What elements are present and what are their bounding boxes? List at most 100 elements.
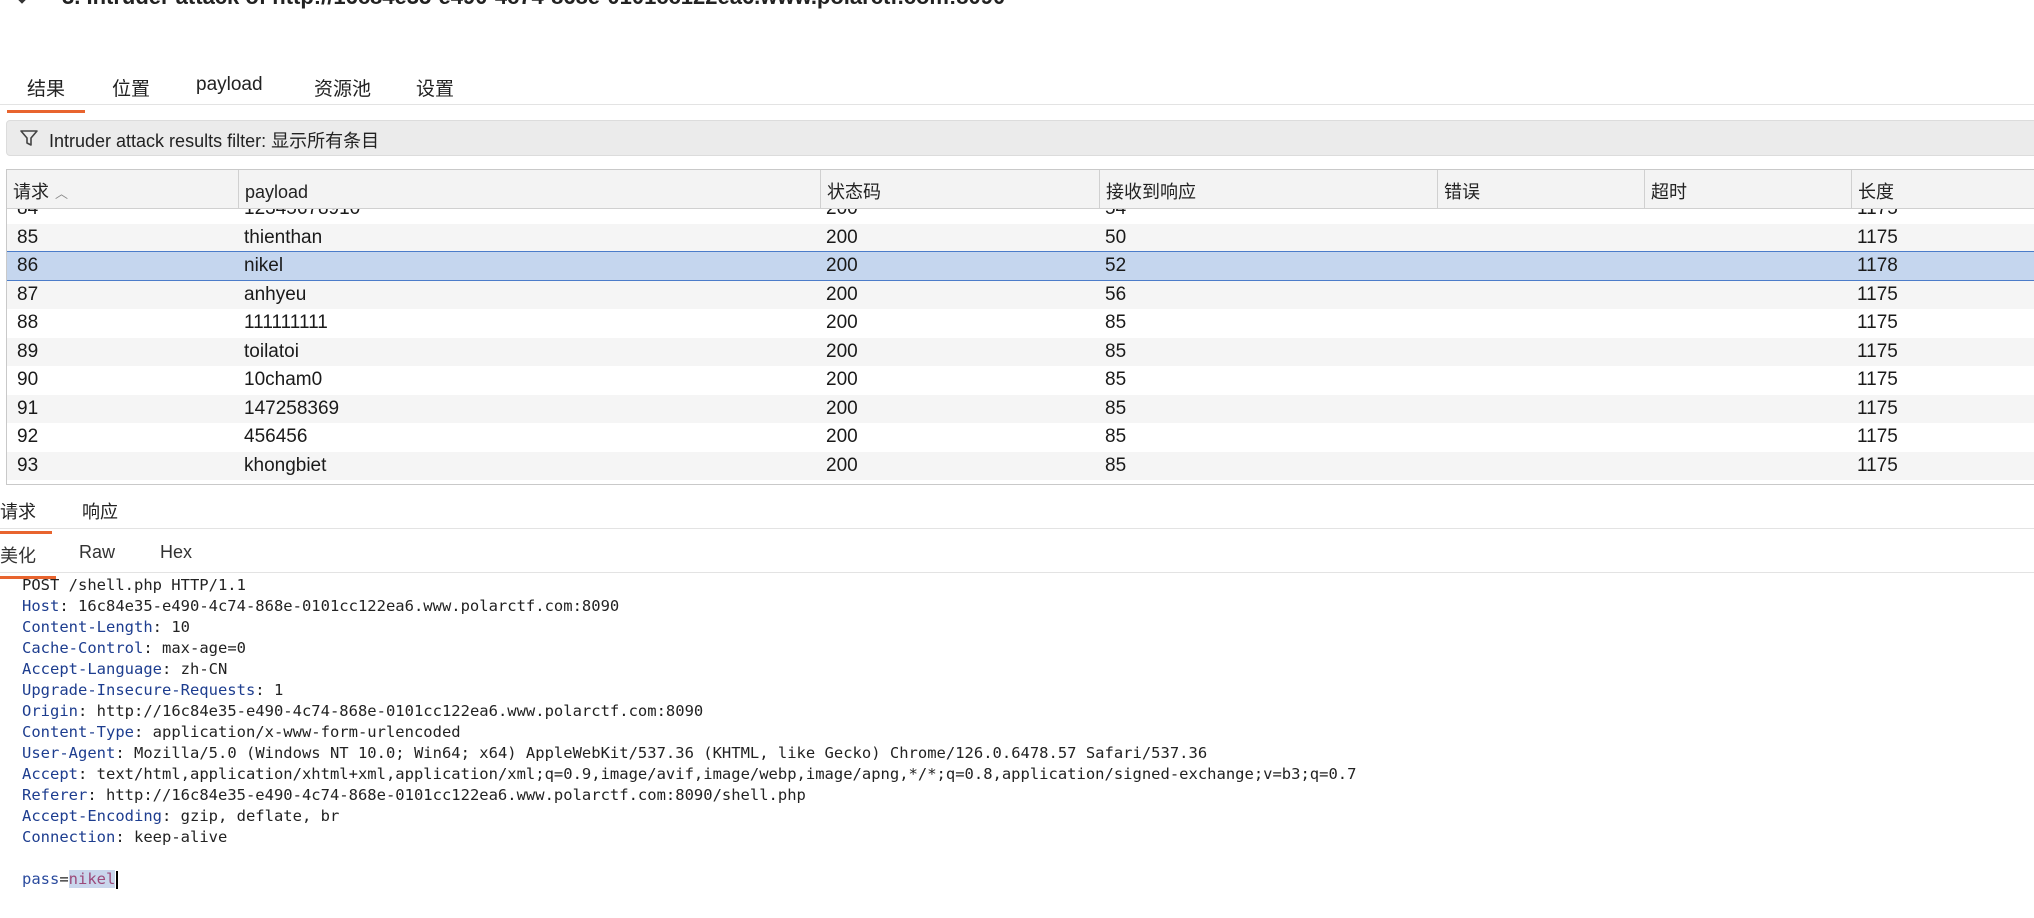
tab-positions[interactable]: 位置 (112, 74, 150, 101)
table-cell-recv: 85 (1105, 426, 1127, 447)
header-separator: : (87, 786, 106, 804)
table-cell-req: 91 (17, 397, 39, 419)
table-cell-req: 93 (17, 454, 39, 476)
header-value: zh-CN (180, 660, 228, 678)
header-separator: : (255, 681, 274, 699)
tab-results[interactable]: 结果 (6, 74, 86, 113)
tab-raw[interactable]: Raw (79, 542, 115, 563)
tab-resource-pool[interactable]: 资源池 (314, 74, 371, 101)
table-cell-length: 1178 (1857, 255, 1898, 276)
header-name: Upgrade-Insecure-Requests (22, 681, 256, 699)
column-header-status[interactable]: 状态码 (820, 170, 1099, 208)
table-cell-req: 88 (17, 312, 39, 333)
table-row[interactable]: 90 10cham0 200 85 1175 (7, 366, 2034, 394)
table-row[interactable]: 87 anhyeu 200 56 1175 (7, 280, 2034, 309)
main-tabs: 结果 位置 payload 资源池 设置 (0, 64, 2034, 113)
header-separator: : (59, 597, 78, 615)
request-editor[interactable]: POST /shell.php HTTP/1.1 Host: 16c84e35-… (0, 574, 2034, 918)
view-mode-tabs: 美化 Raw Hex (0, 530, 2034, 579)
column-header-payload[interactable]: payload (238, 170, 820, 208)
table-cell-payload: 147258369 (244, 397, 340, 419)
table-row[interactable]: 93 khongbiet 200 85 1175 (7, 451, 2034, 480)
table-cell-req: 87 (17, 283, 39, 305)
table-cell-status: 200 (826, 397, 858, 419)
tag-icon (6, 0, 34, 6)
header-separator: : (115, 828, 134, 846)
message-tabs: 请求 响应 (0, 488, 2034, 534)
header-line: Connection: keep-alive (22, 827, 227, 848)
window-title: 3. Intruder attack of http://16c84e35-e4… (62, 0, 1005, 10)
table-cell-payload: khongbiet (244, 454, 327, 476)
column-header-error[interactable]: 错误 (1437, 170, 1644, 208)
header-name: User-Agent (22, 744, 116, 762)
table-row[interactable]: 86 nikel 200 52 1178 (7, 251, 2034, 281)
results-filter-bar[interactable]: Intruder attack results filter: 显示所有条目 (6, 120, 2034, 156)
funnel-icon (19, 128, 39, 148)
header-value: http://16c84e35-e490-4c74-868e-0101cc122… (106, 786, 806, 804)
header-name: Content-Type (22, 723, 134, 741)
header-separator: : (152, 618, 172, 636)
header-value: 16c84e35-e490-4c74-868e-0101cc122ea6.www… (78, 597, 620, 615)
table-cell-length: 1175 (1857, 454, 1898, 476)
header-separator: : (133, 723, 153, 741)
header-name: Content-Length (22, 618, 153, 636)
table-row[interactable]: 85 thienthan 200 50 1175 (7, 223, 2034, 252)
header-separator: : (78, 702, 97, 720)
tab-request[interactable]: 请求 (0, 498, 52, 534)
header-separator: : (143, 639, 162, 657)
table-cell-recv: 85 (1105, 312, 1127, 333)
header-line: Origin: http://16c84e35-e490-4c74-868e-0… (22, 701, 703, 722)
header-line: Accept-Language: zh-CN (22, 659, 227, 680)
header-name: Accept-Encoding (22, 807, 162, 825)
tab-response[interactable]: 响应 (82, 498, 118, 524)
table-row[interactable]: 92 456456 200 85 1175 (7, 423, 2034, 451)
header-name: Host (22, 597, 60, 615)
header-value: http://16c84e35-e490-4c74-868e-0101cc122… (96, 702, 704, 720)
header-value: application/x-www-form-urlencoded (152, 723, 461, 741)
table-cell-status: 200 (826, 312, 858, 333)
line-gutter (0, 574, 10, 918)
table-cell-status: 200 (826, 369, 858, 390)
body-param-key: pass (22, 870, 60, 888)
header-line: Accept-Encoding: gzip, deflate, br (22, 806, 339, 827)
header-line: User-Agent: Mozilla/5.0 (Windows NT 10.0… (22, 743, 1207, 764)
tab-hex[interactable]: Hex (160, 542, 192, 563)
table-row[interactable]: 89 toilatoi 200 85 1175 (7, 337, 2034, 366)
tab-pretty[interactable]: 美化 (0, 542, 56, 579)
header-separator: : (161, 807, 181, 825)
column-header-timeout[interactable]: 超时 (1644, 170, 1851, 208)
header-name: Accept (22, 765, 78, 783)
header-value: text/html,application/xhtml+xml,applicat… (96, 765, 1357, 783)
column-header-response-received[interactable]: 接收到响应 (1099, 170, 1437, 208)
body-param-separator: = (59, 870, 69, 888)
table-cell-status: 200 (826, 340, 858, 362)
header-line: Referer: http://16c84e35-e490-4c74-868e-… (22, 785, 806, 806)
header-separator: : (78, 765, 97, 783)
table-cell-recv: 85 (1105, 397, 1127, 419)
header-separator: : (161, 660, 181, 678)
table-cell-length: 1175 (1857, 312, 1898, 333)
header-value: gzip, deflate, br (180, 807, 340, 825)
body-param-value: nikel (68, 870, 116, 888)
header-value: Mozilla/5.0 (Windows NT 10.0; Win64; x64… (134, 744, 1208, 762)
request-line: POST /shell.php HTTP/1.1 (22, 576, 246, 594)
header-value: 10 (171, 618, 190, 636)
table-row[interactable]: 88 111111111 200 85 1175 (7, 309, 2034, 337)
table-row[interactable]: 91 147258369 200 85 1175 (7, 394, 2034, 423)
request-body: pass=nikel (22, 869, 119, 890)
table-cell-length: 1175 (1857, 426, 1898, 447)
tab-settings[interactable]: 设置 (416, 74, 454, 101)
table-cell-payload: 111111111 (244, 312, 328, 333)
text-caret (116, 870, 119, 889)
tab-payloads[interactable]: payload (196, 74, 263, 96)
column-header-request[interactable]: 请求 ︿ (7, 170, 238, 208)
table-cell-length: 1175 (1857, 283, 1898, 305)
table-cell-status: 200 (826, 255, 858, 276)
filter-label: Intruder attack results filter: 显示所有条目 (49, 131, 380, 151)
column-header-length[interactable]: 长度 (1851, 170, 2034, 208)
header-value: 1 (273, 681, 284, 699)
table-cell-status: 200 (826, 226, 858, 248)
table-cell-recv: 50 (1105, 226, 1127, 248)
results-table: 841234567891020054117585thienthan2005011… (6, 169, 2034, 485)
header-line: Cache-Control: max-age=0 (22, 638, 246, 659)
